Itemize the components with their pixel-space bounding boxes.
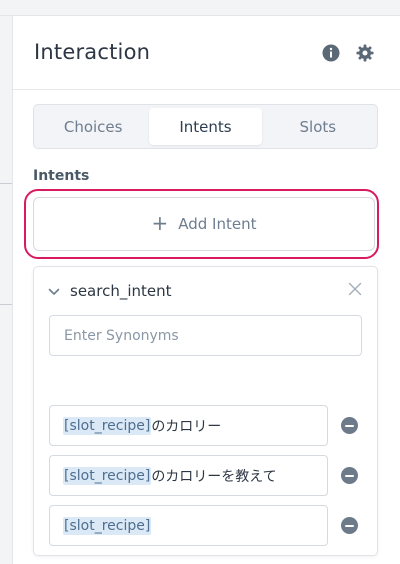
synonyms-input[interactable] <box>49 315 362 356</box>
utterance-field[interactable]: [slot_recipe] <box>49 505 328 546</box>
utterance-text: のカロリーを教えて <box>151 468 277 485</box>
intent-name: search_intent <box>70 281 172 300</box>
intents-section-label: Intents <box>33 168 90 184</box>
close-icon[interactable] <box>347 281 363 297</box>
flow-canvas-edge <box>0 0 12 564</box>
utterance-row: [slot_recipe] <box>49 505 379 546</box>
utterance-row: [slot_recipe] のカロリーを教えて <box>49 455 379 496</box>
utterance-row: [slot_recipe] のカロリー <box>49 405 379 446</box>
utterance-field[interactable]: [slot_recipe] のカロリー <box>49 405 328 446</box>
add-intent-label: Add Intent <box>178 215 257 233</box>
intent-header[interactable]: search_intent <box>48 281 172 300</box>
canvas-connector-line <box>0 183 12 184</box>
plus-icon: + <box>151 211 169 235</box>
gear-icon[interactable] <box>356 44 374 62</box>
tab-choices[interactable]: Choices <box>37 108 149 145</box>
utterance-text: のカロリー <box>151 418 222 435</box>
chevron-down-icon[interactable] <box>48 281 60 300</box>
panel-header: Interaction <box>13 16 400 90</box>
tab-intents[interactable]: Intents <box>149 108 262 145</box>
interaction-tabs: Choices Intents Slots <box>33 104 378 149</box>
tab-slots[interactable]: Slots <box>262 108 374 145</box>
remove-utterance-button[interactable] <box>341 417 358 434</box>
info-icon[interactable] <box>322 44 340 62</box>
slot-tag: [slot_recipe] <box>63 466 152 485</box>
top-bar-edge <box>0 0 400 16</box>
slot-tag: [slot_recipe] <box>63 416 152 435</box>
interaction-panel: Interaction Choices Intents Slots Intent… <box>12 16 400 564</box>
remove-utterance-button[interactable] <box>341 517 358 534</box>
canvas-connector-line <box>0 304 12 305</box>
intent-card: search_intent [slot_recipe] のカロリー [slot_… <box>33 266 378 556</box>
add-intent-button[interactable]: + Add Intent <box>33 197 375 251</box>
utterance-field[interactable]: [slot_recipe] のカロリーを教えて <box>49 455 328 496</box>
slot-tag: [slot_recipe] <box>63 516 152 535</box>
remove-utterance-button[interactable] <box>341 467 358 484</box>
panel-title: Interaction <box>34 40 151 64</box>
